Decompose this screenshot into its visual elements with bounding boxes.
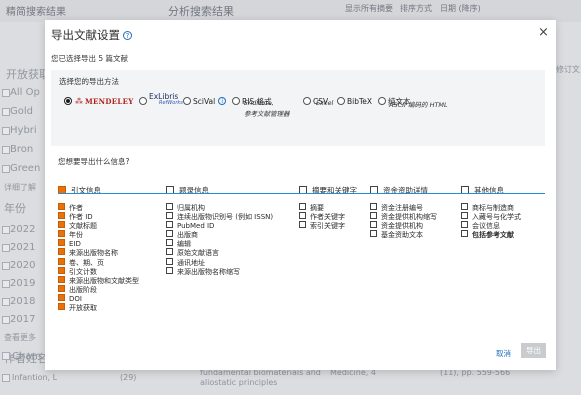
category-row: 引文信息 题录信息 摘要和关键字 资金资助详情 其他信息 — [58, 178, 545, 195]
radio-ris[interactable] — [232, 97, 240, 105]
category-bibliographic[interactable]: 题录信息 — [166, 178, 209, 197]
field-item[interactable]: 包括参考文献 — [461, 227, 521, 240]
other-fields-column: 商标与制造商 入藏号与化学式 会议信息 包括参考文献 — [461, 200, 521, 240]
field-item[interactable]: 原始文献语言 — [166, 245, 273, 257]
dialog-title-text: 导出文献设置 — [51, 28, 120, 42]
refworks-logo-text: RefWorks — [159, 100, 183, 106]
export-button[interactable]: 导出 — [521, 343, 546, 358]
cancel-button[interactable]: 取消 — [496, 348, 511, 359]
radio-mendeley[interactable] — [64, 97, 72, 105]
method-option-exlibris[interactable]: ExLibris RefWorks — [139, 89, 183, 108]
bibtex-label: BibTeX — [347, 97, 373, 106]
field-label: 来源出版物名称缩写 — [177, 267, 240, 276]
category-abstract[interactable]: 摘要和关键字 — [299, 178, 357, 197]
mendeley-logo-icon: ⁂ — [75, 97, 83, 106]
field-checkbox[interactable] — [461, 230, 468, 238]
category-divider — [58, 193, 545, 194]
category-citation[interactable]: 引文信息 — [58, 178, 101, 197]
abstract-fields-column: 摘要 作者关键字 索引关键字 — [299, 200, 345, 231]
field-item[interactable]: 来源出版物和文献类型 — [58, 273, 139, 285]
field-item[interactable]: 年份 — [58, 227, 139, 239]
field-item[interactable]: 来源出版物名称 — [58, 245, 139, 257]
category-other[interactable]: 其他信息 — [461, 178, 504, 197]
export-method-panel: 选择您的导出方法 ⁂ MENDELEY ExLibris RefWorks SciV… — [51, 70, 545, 146]
field-item[interactable]: 文献标题 — [58, 218, 139, 230]
dialog-title: 导出文献设置? — [51, 27, 132, 43]
field-item[interactable]: 卷、期、页 — [58, 255, 139, 267]
field-checkbox[interactable] — [58, 303, 65, 311]
field-item[interactable]: 基金资助文本 — [370, 227, 437, 240]
radio-csv[interactable] — [303, 97, 311, 105]
exlibris-logo: ExLibris RefWorks — [149, 93, 183, 107]
field-item[interactable]: 出版商 — [166, 227, 273, 239]
export-info-title: 您想要导出什么信息? — [58, 157, 130, 166]
plaintext-sub: ASCII 编码的 HTML — [389, 101, 448, 109]
field-item[interactable]: 资金注册编号 — [370, 200, 437, 212]
mendeley-logo: MENDELEY — [85, 97, 134, 106]
close-icon[interactable]: × — [538, 25, 549, 40]
ris-sub2: 参考文献管理器 — [244, 110, 290, 118]
csv-sub: Excel — [316, 99, 334, 107]
field-item[interactable]: 作者 — [58, 200, 139, 212]
field-label: 基金资助文本 — [381, 231, 423, 240]
field-label: 开放获取 — [69, 304, 97, 313]
field-item[interactable]: 作者关键字 — [299, 209, 345, 221]
export-method-title: 选择您的导出方法 — [59, 77, 119, 86]
field-item[interactable]: 商标与制造商 — [461, 200, 521, 212]
field-checkbox[interactable] — [370, 230, 377, 238]
method-option-bibtex[interactable]: BibTeX — [337, 89, 372, 108]
field-checkbox[interactable] — [166, 266, 173, 274]
radio-exlibris[interactable] — [139, 97, 147, 105]
ris-sub1: EndNote, — [244, 99, 274, 107]
radio-plaintext[interactable] — [378, 97, 386, 105]
field-item[interactable]: 连续出版物识别号 (例如 ISSN) — [166, 209, 273, 221]
citation-fields-column: 作者 作者 ID 文献标题 年份 EID 来源出版物名称 卷、期、页 引文计数 … — [58, 200, 139, 313]
radio-scival[interactable] — [183, 97, 191, 105]
field-item[interactable]: 入藏号与化学式 — [461, 209, 521, 221]
field-item[interactable]: 归属机构 — [166, 200, 273, 212]
field-item[interactable]: 作者 ID — [58, 209, 139, 221]
funding-fields-column: 资金注册编号 资金提供机构缩写 资金提供机构 基金资助文本 — [370, 200, 437, 240]
radio-bibtex[interactable] — [337, 97, 345, 105]
field-label: 包括参考文献 — [472, 231, 514, 240]
field-item[interactable]: 摘要 — [299, 200, 345, 212]
category-funding[interactable]: 资金资助详情 — [370, 178, 428, 197]
export-count-text: 您已选择导出 5 篇文献 — [51, 54, 129, 63]
scival-info-icon[interactable]: i — [218, 97, 227, 105]
field-item[interactable]: 索引关键字 — [299, 218, 345, 231]
field-item[interactable]: 开放获取 — [58, 300, 139, 313]
bibliographic-fields-column: 归属机构 连续出版物识别号 (例如 ISSN) PubMed ID 出版商 编辑… — [166, 200, 273, 276]
field-checkbox[interactable] — [299, 221, 306, 229]
field-item[interactable]: EID — [58, 236, 139, 248]
field-item[interactable]: 通讯地址 — [166, 255, 273, 267]
scival-label: SciVal — [193, 97, 216, 106]
field-item[interactable]: DOI — [58, 291, 139, 303]
export-dialog: 导出文献设置? × 您已选择导出 5 篇文献 选择您的导出方法 ⁂ MENDELE… — [45, 20, 556, 370]
help-icon[interactable]: ? — [123, 31, 132, 40]
method-option-mendeley[interactable]: ⁂ MENDELEY — [64, 89, 134, 108]
field-label: 索引关键字 — [310, 222, 345, 231]
field-item[interactable]: 编辑 — [166, 236, 273, 248]
method-option-scival[interactable]: SciVal i — [183, 89, 227, 108]
field-item[interactable]: 来源出版物名称缩写 — [166, 264, 273, 276]
field-item[interactable]: 资金提供机构缩写 — [370, 209, 437, 221]
